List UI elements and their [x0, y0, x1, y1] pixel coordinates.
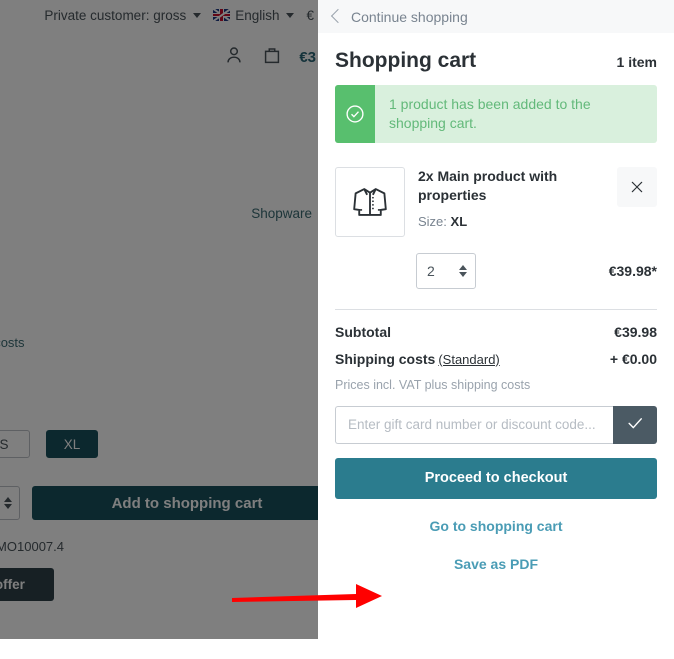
line-item-info: 2x Main product with properties Size: XL — [418, 167, 604, 229]
item-count-badge: 1 item — [616, 54, 657, 70]
check-icon — [625, 413, 645, 436]
continue-shopping-label: Continue shopping — [351, 8, 468, 25]
chevron-down-icon — [286, 12, 295, 18]
uk-flag-icon — [213, 9, 231, 21]
customer-group-label: Private customer: gross — [44, 7, 187, 23]
size-selector[interactable]: S XL — [0, 430, 98, 458]
offcanvas-body: Shopping cart 1 item 1 product has been … — [318, 33, 674, 572]
offcanvas-cart-panel: Continue shopping Shopping cart 1 item 1… — [318, 0, 674, 659]
language-label: English — [235, 7, 280, 23]
save-as-pdf-link[interactable]: Save as PDF — [335, 556, 657, 572]
line-item-quantity-select[interactable]: 2 — [416, 252, 476, 289]
cart-header: Shopping cart 1 item — [335, 33, 657, 85]
continue-shopping-button[interactable]: Continue shopping — [330, 8, 468, 25]
go-to-shopping-cart-link[interactable]: Go to shopping cart — [335, 518, 657, 534]
quantity-stepper[interactable] — [0, 486, 20, 520]
language-switcher[interactable]: English — [213, 7, 295, 23]
shipping-note-text: ping costs — [0, 335, 25, 350]
background-page: Private customer: gross English € €3 Sho… — [0, 0, 318, 639]
subtotal-label: Subtotal — [335, 323, 391, 340]
size-option-s[interactable]: S — [0, 430, 30, 458]
pdf-offer-button[interactable]: DF offer — [0, 568, 54, 601]
line-item-title[interactable]: 2x Main product with properties — [418, 167, 578, 205]
line-item-qty-price: 2 €39.98* — [335, 252, 657, 307]
cart-total[interactable]: €3 — [299, 49, 316, 66]
shipping-label: Shipping costs — [335, 350, 436, 367]
stepper-arrows-icon — [4, 497, 12, 509]
page-title: Shopping cart — [335, 49, 477, 72]
check-circle-icon — [335, 85, 375, 143]
line-item-price: €39.98* — [608, 262, 657, 279]
currency-label: € — [306, 7, 314, 23]
subtotal-row: Subtotal €39.98 — [335, 324, 657, 340]
success-alert: 1 product has been added to the shopping… — [335, 85, 657, 143]
brand-text: Shopware — [251, 206, 312, 221]
promo-code-form — [335, 405, 657, 444]
chevron-down-icon — [193, 12, 202, 18]
subtotal-value: €39.98 — [614, 323, 657, 340]
shipping-row: Shipping costs (Standard) + €0.00 — [335, 351, 657, 367]
variant-value: XL — [450, 213, 468, 229]
offcanvas-header: Continue shopping — [318, 0, 674, 33]
remove-line-item-button[interactable] — [617, 166, 657, 207]
currency-switcher[interactable]: € — [306, 8, 314, 23]
success-alert-message: 1 product has been added to the shopping… — [389, 96, 591, 131]
page-backdrop: Private customer: gross English € €3 Sho… — [0, 0, 318, 659]
divider — [335, 308, 657, 310]
proceed-to-checkout-button[interactable]: Proceed to checkout — [335, 457, 657, 499]
customer-group-switcher[interactable]: Private customer: gross — [44, 7, 202, 23]
chevron-left-icon — [330, 8, 346, 24]
product-number: DEMO10007.4 — [0, 539, 64, 554]
line-item-variant: Size: XL — [418, 214, 604, 229]
bag-icon[interactable] — [261, 44, 283, 71]
top-bar: Private customer: gross English € — [0, 0, 318, 30]
variant-label: Size: — [418, 213, 447, 229]
shipping-label-group: Shipping costs (Standard) — [335, 351, 500, 367]
buy-widget: Add to shopping cart — [0, 486, 318, 520]
stepper-arrows-icon — [459, 264, 467, 277]
quantity-value: 2 — [427, 262, 435, 279]
promo-code-input[interactable] — [335, 405, 613, 444]
vat-note: Prices incl. VAT plus shipping costs — [335, 377, 531, 392]
cart-line-item: 2x Main product with properties Size: XL — [335, 166, 657, 253]
user-icon[interactable] — [223, 44, 245, 71]
shop-header: €3 — [0, 38, 318, 76]
promo-submit-button[interactable] — [613, 405, 657, 444]
shipping-value: + €0.00 — [609, 350, 657, 367]
add-to-cart-button[interactable]: Add to shopping cart — [32, 486, 318, 520]
jacket-placeholder-icon[interactable] — [335, 166, 405, 237]
shipping-method-link[interactable]: (Standard) — [438, 352, 499, 367]
size-option-xl[interactable]: XL — [46, 430, 98, 458]
